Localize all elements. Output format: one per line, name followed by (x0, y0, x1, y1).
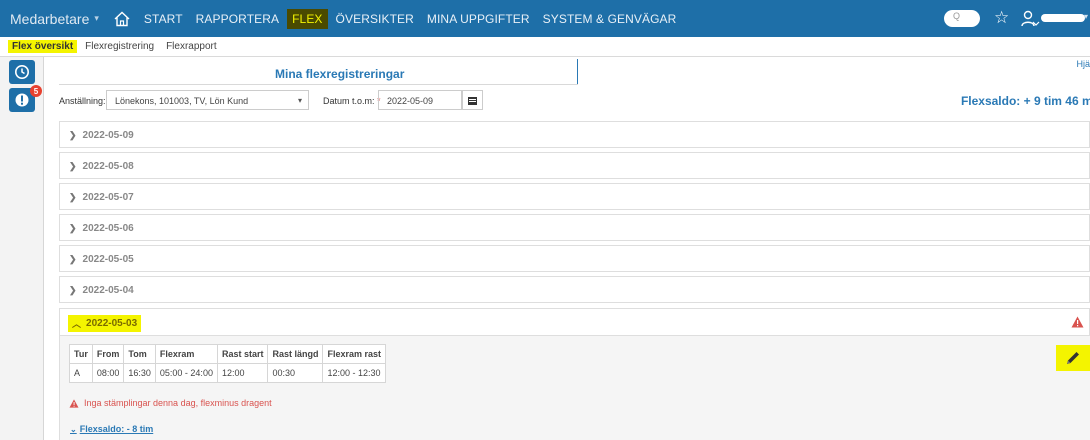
chevron-up-icon: ︿ (72, 319, 82, 329)
nav-flex[interactable]: FLEX (287, 8, 328, 29)
user-icon[interactable] (1020, 9, 1040, 29)
nav-mina-uppgifter[interactable]: MINA UPPGIFTER (422, 9, 535, 29)
search-input[interactable]: Q (944, 10, 980, 27)
tab-mina-flexregistreringar[interactable]: Mina flexregistreringar (275, 67, 404, 81)
table-header-row: Tur From Tom Flexram Rast start Rast län… (69, 344, 387, 364)
date-label: Datum t.o.m: * (323, 96, 381, 106)
main-nav: START RAPPORTERA FLEX ÖVERSIKTER MINA UP… (139, 8, 684, 29)
date-input[interactable]: 2022-05-09 (378, 90, 462, 110)
day-warning-message: Inga stämplingar denna dag, flexminus dr… (69, 398, 272, 408)
column-header: Rast start (216, 344, 269, 364)
open-day-panel-body: Tur From Tom Flexram Rast start Rast län… (59, 336, 1090, 440)
day-panel-header: ❯ 2022-05-05 (69, 254, 134, 265)
registration-table: Tur From Tom Flexram Rast start Rast län… (69, 344, 387, 383)
sub-navigation: Flex översikt Flexregistrering Flexrappo… (0, 37, 1090, 57)
nav-system-genvagar[interactable]: SYSTEM & GENVÄGAR (538, 9, 682, 29)
day-panel[interactable]: ❯ 2022-05-07 (59, 183, 1090, 210)
day-flexsaldo-text: Flexsaldo: - 8 tim (79, 424, 154, 434)
column-header: From (91, 344, 125, 364)
flexsaldo-total: Flexsaldo: + 9 tim 46 mi (960, 94, 1090, 108)
tab-bar: Mina flexregistreringar (59, 59, 578, 85)
table-cell: 08:00 (91, 363, 125, 383)
open-day-title: ︿ 2022-05-03 (68, 315, 142, 332)
day-date: 2022-05-07 (82, 192, 134, 203)
column-header: Tom (123, 344, 156, 364)
day-panel-header: ❯ 2022-05-07 (69, 192, 134, 203)
day-warning-text: Inga stämplingar denna dag, flexminus dr… (84, 398, 272, 408)
chevron-down-icon: ❯ (69, 192, 77, 202)
table-cell: 00:30 (267, 363, 324, 383)
user-name-redacted[interactable] (1041, 14, 1085, 22)
warning-icon (1071, 316, 1084, 331)
module-selector-label: Medarbetare (10, 10, 90, 27)
chevron-down-icon: ❯ (69, 223, 77, 233)
nav-rapportera[interactable]: RAPPORTERA (191, 9, 284, 29)
day-date: 2022-05-05 (82, 254, 134, 265)
day-panel-header: ❯ 2022-05-06 (69, 223, 134, 234)
day-flexsaldo-link[interactable]: ⌄ Flexsaldo: - 8 tim (70, 424, 153, 434)
table-cell: 12:00 - 12:30 (322, 363, 387, 383)
chevron-down-icon: ⌄ (70, 424, 77, 434)
subnav-flex-oversikt[interactable]: Flex översikt (8, 40, 78, 53)
left-sidebar: 5 (0, 57, 44, 440)
subnav-flexrapport[interactable]: Flexrapport (162, 40, 221, 53)
notification-badge: 5 (30, 85, 42, 97)
favorites-star-icon[interactable]: ☆ (994, 8, 1009, 28)
day-panel[interactable]: ❯ 2022-05-04 (59, 276, 1090, 303)
subnav-flexregistrering[interactable]: Flexregistrering (81, 40, 158, 53)
chevron-down-icon: ❯ (69, 285, 77, 295)
day-panel[interactable]: ❯ 2022-05-09 (59, 121, 1090, 148)
search-icon: Q (953, 11, 961, 21)
home-icon[interactable] (111, 8, 133, 30)
tab-divider (577, 59, 578, 84)
day-date: 2022-05-06 (82, 223, 134, 234)
column-header: Rast längd (267, 344, 324, 364)
table-row: A 08:00 16:30 05:00 - 24:00 12:00 00:30 … (69, 363, 387, 383)
day-date: 2022-05-08 (82, 161, 134, 172)
day-panel[interactable]: ❯ 2022-05-05 (59, 245, 1090, 272)
top-navigation-bar: Medarbetare ▾ START RAPPORTERA FLEX ÖVER… (0, 0, 1090, 37)
day-panel-header: ❯ 2022-05-04 (69, 285, 134, 296)
table-cell: A (69, 363, 93, 383)
chevron-down-icon: ❯ (69, 161, 77, 171)
employment-select[interactable]: Lönekons, 101003, TV, Lön Kund ▾ (106, 90, 309, 110)
table-cell: 05:00 - 24:00 (154, 363, 218, 383)
nav-start[interactable]: START (139, 9, 188, 29)
employment-value: Lönekons, 101003, TV, Lön Kund (115, 96, 249, 106)
employment-label: Anställning: (59, 96, 106, 106)
column-header: Flexram (154, 344, 218, 364)
chevron-down-icon: ▾ (297, 96, 302, 105)
main-content: Mina flexregistreringar Hjä Anställning:… (44, 57, 1090, 440)
chevron-down-icon: ❯ (69, 130, 77, 140)
day-panel[interactable]: ❯ 2022-05-08 (59, 152, 1090, 179)
clock-icon[interactable] (9, 60, 35, 84)
open-day-date: 2022-05-03 (86, 318, 138, 329)
nav-oversikter[interactable]: ÖVERSIKTER (331, 9, 419, 29)
table-cell: 12:00 (216, 363, 269, 383)
day-date: 2022-05-04 (82, 285, 134, 296)
day-panel-header: ❯ 2022-05-08 (69, 161, 134, 172)
filter-row: Anställning: Lönekons, 101003, TV, Lön K… (44, 89, 1090, 113)
chevron-down-icon: ▾ (94, 13, 99, 23)
module-selector[interactable]: Medarbetare ▾ (0, 11, 99, 27)
column-header: Flexram rast (322, 344, 387, 364)
table-cell: 16:30 (123, 363, 156, 383)
calendar-icon[interactable] (462, 90, 483, 110)
day-panel[interactable]: ❯ 2022-05-06 (59, 214, 1090, 241)
chevron-down-icon: ❯ (69, 254, 77, 264)
chevron-down-icon[interactable]: ▾ (1084, 12, 1088, 21)
day-panel-header: ❯ 2022-05-09 (69, 130, 134, 141)
open-day-panel-header[interactable]: ︿ 2022-05-03 (59, 308, 1090, 336)
edit-button[interactable] (1056, 345, 1090, 371)
column-header: Tur (69, 344, 93, 364)
help-link[interactable]: Hjä (1076, 59, 1090, 69)
pencil-icon (1067, 352, 1079, 364)
date-label-text: Datum t.o.m: (323, 96, 375, 106)
day-date: 2022-05-09 (82, 130, 134, 141)
warning-icon (69, 398, 79, 408)
